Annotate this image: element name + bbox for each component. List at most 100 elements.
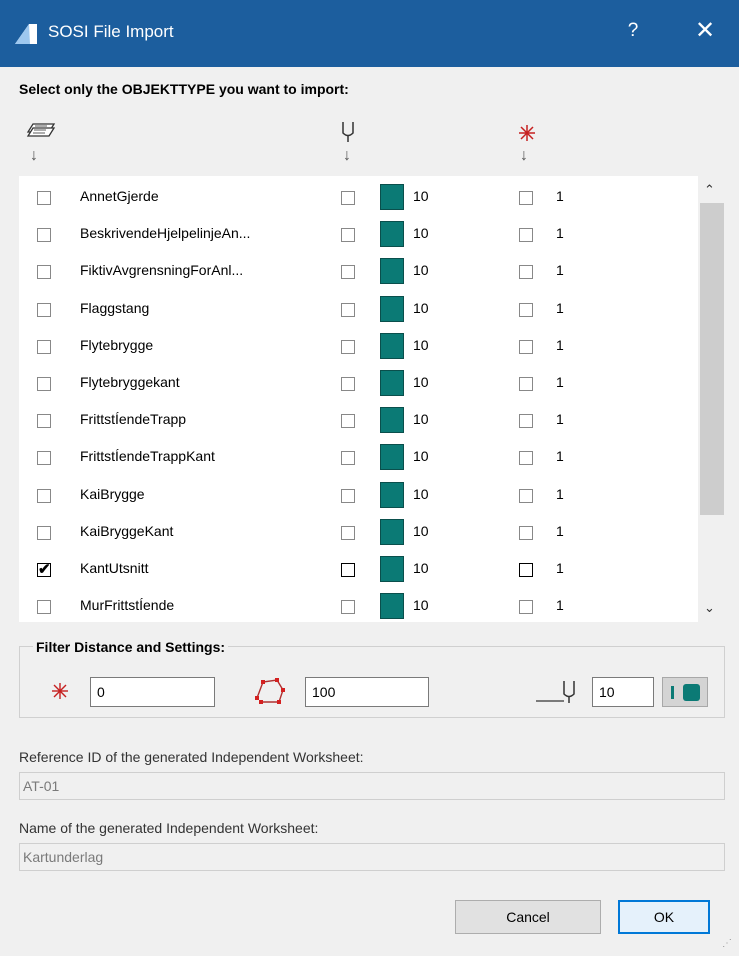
line-checkbox[interactable]: [341, 563, 355, 577]
point-checkbox[interactable]: [519, 191, 533, 205]
scroll-thumb[interactable]: [700, 203, 724, 515]
import-checkbox[interactable]: [37, 265, 51, 280]
pen-color-swatch[interactable]: [380, 332, 404, 359]
list-item[interactable]: Flytebrygge 10 1: [19, 328, 698, 365]
close-button[interactable]: ✕: [690, 16, 720, 45]
point-icon: [519, 125, 535, 141]
line-checkbox[interactable]: [341, 302, 355, 317]
import-checkbox[interactable]: [37, 191, 51, 205]
import-checkbox[interactable]: [37, 525, 51, 540]
import-checkbox[interactable]: [37, 600, 51, 615]
import-checkbox[interactable]: [37, 377, 51, 391]
line-checkbox[interactable]: [341, 414, 355, 429]
line-checkbox[interactable]: [341, 488, 355, 503]
pen-number[interactable]: 10: [413, 188, 429, 204]
list-scrollbar[interactable]: ⌃ ⌄: [698, 176, 726, 622]
pen-number[interactable]: 10: [413, 448, 429, 464]
point-value[interactable]: 1: [556, 486, 564, 502]
scroll-down-icon[interactable]: ⌄: [704, 600, 715, 616]
point-checkbox[interactable]: [519, 563, 533, 577]
import-checkbox[interactable]: [37, 451, 51, 466]
import-checkbox[interactable]: [37, 414, 51, 429]
point-value[interactable]: 1: [556, 448, 564, 464]
pen-number-input[interactable]: 10: [592, 677, 654, 707]
line-checkbox[interactable]: [341, 228, 355, 243]
point-checkbox[interactable]: [519, 302, 533, 317]
point-value[interactable]: 1: [556, 560, 564, 576]
line-checkbox[interactable]: [341, 451, 355, 466]
pen-number[interactable]: 10: [413, 411, 429, 427]
resize-grip-icon[interactable]: ⋰: [722, 938, 732, 949]
pen-number[interactable]: 10: [413, 337, 429, 353]
pen-color-swatch[interactable]: [380, 593, 404, 620]
pen-color-swatch[interactable]: [380, 481, 404, 508]
point-value[interactable]: 1: [556, 597, 564, 613]
list-item[interactable]: KaiBrygge 10 1: [19, 477, 698, 514]
pen-icon: [342, 122, 354, 142]
point-value[interactable]: 1: [556, 262, 564, 278]
line-checkbox[interactable]: [341, 265, 355, 280]
line-checkbox[interactable]: [341, 377, 355, 391]
pen-number[interactable]: 10: [413, 300, 429, 316]
pen-color-swatch[interactable]: [380, 295, 404, 322]
list-item[interactable]: FiktivAvgrensningForAnl... 10 1: [19, 253, 698, 290]
point-checkbox[interactable]: [519, 339, 533, 354]
pen-color-button[interactable]: [662, 677, 708, 707]
list-item[interactable]: MurFrittstÍende 10 1: [19, 588, 698, 622]
line-checkbox[interactable]: [341, 600, 355, 615]
pen-color-swatch[interactable]: [380, 258, 404, 285]
point-value[interactable]: 1: [556, 337, 564, 353]
pen-color-swatch[interactable]: [380, 221, 404, 248]
list-item[interactable]: KaiBryggeKant 10 1: [19, 514, 698, 551]
point-value[interactable]: 1: [556, 523, 564, 539]
scroll-up-icon[interactable]: ⌃: [704, 182, 715, 198]
point-value[interactable]: 1: [556, 374, 564, 390]
pen-number[interactable]: 10: [413, 523, 429, 539]
point-checkbox[interactable]: [519, 488, 533, 503]
pen-color-swatch[interactable]: [380, 407, 404, 434]
pen-color-swatch[interactable]: [380, 518, 404, 545]
line-checkbox[interactable]: [341, 339, 355, 354]
ok-button[interactable]: OK: [618, 900, 710, 934]
point-checkbox[interactable]: [519, 377, 533, 391]
pen-number[interactable]: 10: [413, 225, 429, 241]
point-checkbox[interactable]: [519, 265, 533, 280]
pen-color-swatch[interactable]: [380, 556, 404, 582]
point-value[interactable]: 1: [556, 300, 564, 316]
import-checkbox[interactable]: [37, 488, 51, 503]
import-checkbox[interactable]: [37, 302, 51, 317]
pen-color-swatch[interactable]: [380, 184, 404, 210]
list-item[interactable]: Flaggstang 10 1: [19, 291, 698, 328]
polygon-distance-input[interactable]: 100: [305, 677, 429, 707]
pen-color-swatch[interactable]: [380, 370, 404, 396]
point-checkbox[interactable]: [519, 228, 533, 243]
point-checkbox[interactable]: [519, 414, 533, 429]
list-item[interactable]: FrittstÍendeTrappKant 10 1: [19, 439, 698, 476]
point-checkbox[interactable]: [519, 451, 533, 466]
list-item[interactable]: BeskrivendeHjelpelinjeAn... 10 1: [19, 216, 698, 253]
pen-number[interactable]: 10: [413, 560, 429, 576]
cancel-button[interactable]: Cancel: [455, 900, 601, 934]
import-checkbox[interactable]: [37, 228, 51, 243]
objekttype-list[interactable]: AnnetGjerde 10 1 BeskrivendeHjelpelinjeAn..…: [19, 176, 698, 622]
pen-number[interactable]: 10: [413, 374, 429, 390]
point-checkbox[interactable]: [519, 525, 533, 540]
point-value[interactable]: 1: [556, 188, 564, 204]
line-checkbox[interactable]: [341, 525, 355, 540]
point-distance-input[interactable]: 0: [90, 677, 215, 707]
point-value[interactable]: 1: [556, 225, 564, 241]
pen-number[interactable]: 10: [413, 597, 429, 613]
pen-color-swatch[interactable]: [380, 444, 404, 471]
pen-number[interactable]: 10: [413, 262, 429, 278]
import-checkbox[interactable]: [37, 339, 51, 354]
point-value[interactable]: 1: [556, 411, 564, 427]
list-item[interactable]: ✔ KantUtsnitt 10 1: [19, 551, 698, 588]
point-checkbox[interactable]: [519, 600, 533, 615]
line-checkbox[interactable]: [341, 191, 355, 205]
list-item[interactable]: AnnetGjerde 10 1: [19, 179, 698, 216]
help-button[interactable]: ?: [621, 20, 645, 42]
list-item[interactable]: FrittstÍendeTrapp 10 1: [19, 402, 698, 439]
import-checkbox[interactable]: ✔: [37, 561, 51, 578]
list-item[interactable]: Flytebryggekant 10 1: [19, 365, 698, 402]
pen-number[interactable]: 10: [413, 486, 429, 502]
